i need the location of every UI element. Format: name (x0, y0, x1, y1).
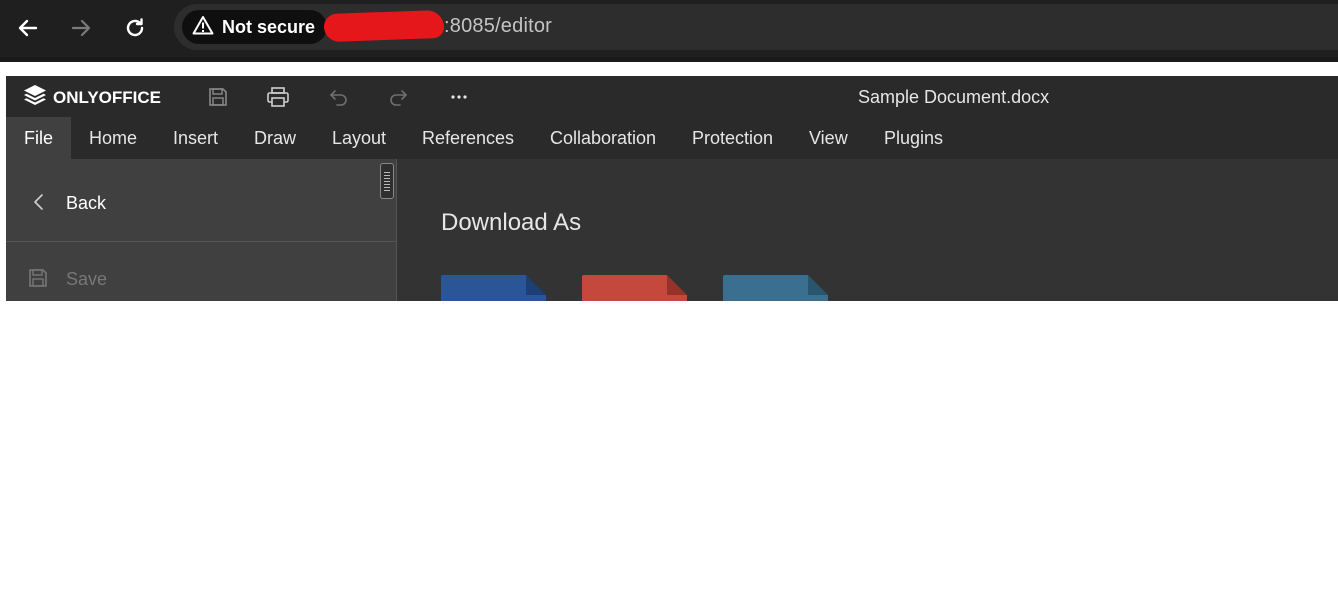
warning-icon (192, 15, 214, 40)
back-label: Back (66, 193, 107, 213)
security-label: Not secure (222, 16, 316, 37)
reload-icon[interactable] (121, 14, 149, 42)
tab-draw[interactable]: Draw (254, 117, 296, 159)
address-bar[interactable]: Not secure :8085/editor (174, 4, 1338, 50)
forward-arrow-icon[interactable] (67, 14, 95, 42)
onlyoffice-logo[interactable]: ONLYOFFICE (23, 84, 161, 111)
download-as-panel: Download As (397, 159, 1338, 301)
url-text[interactable]: :8085/editor (444, 15, 552, 38)
tab-layout[interactable]: Layout (332, 117, 386, 159)
tab-references[interactable]: References (422, 117, 514, 159)
save-icon (27, 267, 49, 294)
docx-file-icon[interactable] (441, 275, 546, 301)
save-label: Save (66, 269, 108, 289)
pdf-file-icon[interactable] (582, 275, 687, 301)
back-arrow-icon[interactable] (14, 14, 42, 42)
save-menu-item[interactable]: Save (6, 259, 396, 299)
layers-icon (23, 84, 47, 111)
redaction-mark (323, 9, 445, 43)
tab-plugins[interactable]: Plugins (884, 117, 943, 159)
security-indicator[interactable]: Not secure (182, 10, 328, 44)
tab-collaboration[interactable]: Collaboration (550, 117, 656, 159)
menu-tabs: File Home Insert Draw Layout References … (6, 117, 1338, 159)
save-icon[interactable] (206, 85, 230, 109)
sidebar-divider (6, 241, 396, 242)
title-bar: ONLYOFFICE Sample Document.docx (6, 76, 1338, 117)
document-title[interactable]: Sample Document.docx (858, 87, 1049, 108)
chevron-left-icon (32, 193, 46, 216)
tab-protection[interactable]: Protection (692, 117, 773, 159)
browser-toolbar: Not secure :8085/editor (0, 0, 1338, 62)
brand-label: ONLYOFFICE (53, 87, 161, 107)
odt-file-icon[interactable] (723, 275, 828, 301)
sidebar-scrollbar[interactable] (380, 163, 394, 199)
tab-file[interactable]: File (6, 117, 71, 159)
print-icon[interactable] (266, 85, 290, 109)
toolbar-divider (0, 57, 1338, 62)
redo-icon[interactable] (386, 85, 410, 109)
tab-home[interactable]: Home (89, 117, 137, 159)
tab-view[interactable]: View (809, 117, 848, 159)
more-options-icon[interactable] (447, 85, 471, 109)
undo-icon[interactable] (327, 85, 351, 109)
file-menu-sidebar: Back Save (6, 159, 397, 301)
back-button[interactable]: Back (6, 159, 396, 241)
tab-insert[interactable]: Insert (173, 117, 218, 159)
download-heading: Download As (441, 209, 582, 236)
onlyoffice-editor: ONLYOFFICE Sample Document.docx File Hom… (6, 76, 1338, 301)
